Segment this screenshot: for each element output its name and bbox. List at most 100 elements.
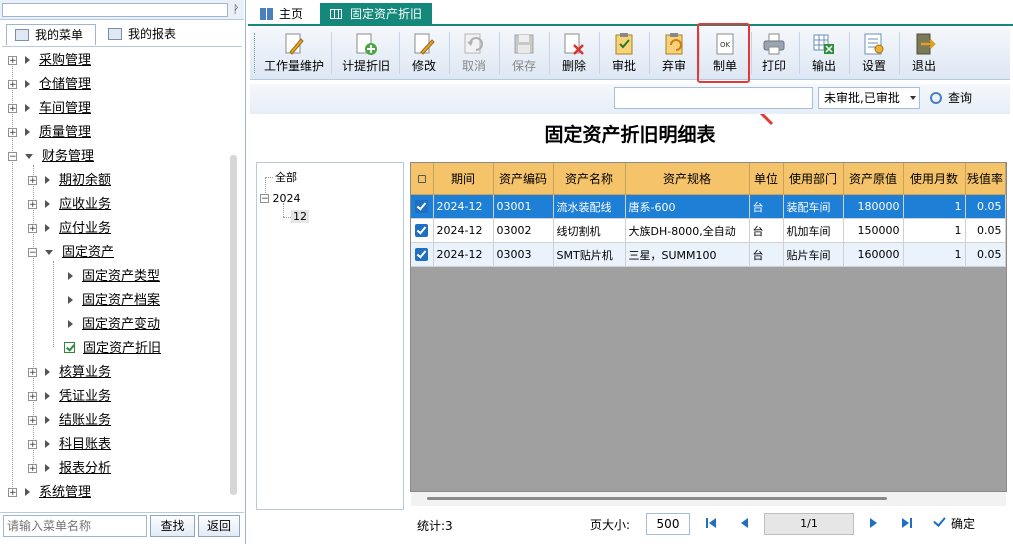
table-cell[interactable]: 0.05 — [965, 242, 1006, 267]
expand-icon[interactable]: + — [28, 416, 37, 426]
column-header[interactable]: 资产规格 — [625, 163, 750, 195]
row-checkbox[interactable] — [411, 194, 434, 219]
tree-node-asset-type[interactable]: 固定资产类型 — [60, 267, 160, 287]
tree-node-quality[interactable]: + 质量管理 — [8, 123, 91, 143]
page-size-input[interactable]: 500 — [646, 513, 690, 535]
tab-fixed-asset-depreciation[interactable]: 固定资产折旧 — [320, 3, 432, 26]
table-cell[interactable]: 2024-12 — [433, 194, 494, 219]
column-header[interactable]: 期间 — [433, 163, 494, 195]
column-header[interactable]: 资产原值 — [843, 163, 904, 195]
tree-node-report-analysis[interactable]: + 报表分析 — [28, 459, 111, 479]
row-checkbox[interactable] — [411, 218, 434, 243]
revoke-approval-button[interactable]: 弃审 — [655, 29, 693, 77]
table-cell[interactable]: 160000 — [843, 242, 904, 267]
table-cell[interactable]: 03001 — [493, 194, 554, 219]
tree-node-payables[interactable]: + 应付业务 — [28, 219, 111, 239]
tab-home[interactable]: 主页 — [256, 4, 314, 24]
column-header[interactable]: 使用部门 — [783, 163, 844, 195]
status-filter-select[interactable]: 未审批,已审批 — [818, 87, 920, 109]
column-header[interactable]: 资产名称 — [553, 163, 626, 195]
confirm-button[interactable]: 确定 — [933, 514, 975, 534]
expand-icon[interactable]: + — [8, 104, 17, 114]
query-button[interactable]: 查询 — [930, 88, 990, 108]
tab-my-reports[interactable]: 我的报表 — [100, 24, 210, 45]
collapse-icon[interactable]: − — [260, 194, 269, 204]
period-node-year[interactable]: − 2024 — [260, 192, 301, 205]
table-cell[interactable]: 0.05 — [965, 218, 1006, 243]
tree-node-opening-balance[interactable]: + 期初余额 — [28, 171, 111, 191]
collapse-icon[interactable]: − — [8, 152, 17, 162]
first-page-icon[interactable] — [704, 516, 718, 530]
table-cell[interactable]: 装配车间 — [783, 194, 844, 219]
table-cell[interactable]: 1 — [903, 218, 966, 243]
print-button[interactable]: 打印 — [755, 29, 793, 77]
table-cell[interactable]: 线切割机 — [553, 218, 626, 243]
edit-button[interactable]: 修改 — [405, 29, 443, 77]
grid-horizontal-scrollbar[interactable] — [411, 492, 1006, 506]
expand-icon[interactable]: + — [8, 128, 17, 138]
table-cell[interactable]: 03002 — [493, 218, 554, 243]
back-button[interactable]: 返回 — [198, 515, 240, 537]
column-header[interactable]: 使用月数 — [903, 163, 966, 195]
tree-node-receivables[interactable]: + 应收业务 — [28, 195, 111, 215]
pin-icon[interactable]: ᚹ — [229, 2, 243, 18]
table-cell[interactable]: 150000 — [843, 218, 904, 243]
collapse-icon[interactable]: − — [28, 248, 37, 258]
tab-my-menu[interactable]: 我的菜单 — [6, 24, 96, 45]
table-cell[interactable]: 流水装配线 — [553, 194, 626, 219]
approve-button[interactable]: 审批 — [605, 29, 643, 77]
table-row[interactable]: 2024-12 03002 线切割机 大族DH-8000,全自动 台 机加车间 … — [411, 218, 1006, 243]
tree-node-finance[interactable]: − 财务管理 — [8, 147, 94, 167]
expand-icon[interactable]: + — [8, 56, 17, 66]
column-header[interactable]: 单位 — [749, 163, 784, 195]
expand-icon[interactable]: + — [8, 80, 17, 90]
exit-button[interactable]: 退出 — [905, 29, 943, 77]
table-cell[interactable]: 大族DH-8000,全自动 — [625, 218, 750, 243]
menu-tree-scrollbar[interactable] — [230, 155, 237, 495]
next-page-icon[interactable] — [866, 516, 880, 530]
row-select-header[interactable] — [411, 163, 434, 195]
table-cell[interactable]: 03003 — [493, 242, 554, 267]
table-cell[interactable]: 唐系-600 — [625, 194, 750, 219]
row-checkbox[interactable] — [411, 242, 434, 267]
table-cell[interactable]: 台 — [749, 194, 784, 219]
tree-node-ledger[interactable]: + 科目账表 — [28, 435, 111, 455]
tree-node-system[interactable]: + 系统管理 — [8, 483, 91, 503]
menu-search-input[interactable] — [3, 515, 147, 537]
tree-node-voucher[interactable]: + 凭证业务 — [28, 387, 111, 407]
tree-node-purchase[interactable]: + 采购管理 — [8, 51, 91, 71]
table-cell[interactable]: 2024-12 — [433, 218, 494, 243]
export-button[interactable]: 输出 — [805, 29, 843, 77]
column-header[interactable]: 资产编码 — [493, 163, 554, 195]
tree-node-warehouse[interactable]: + 仓储管理 — [8, 75, 91, 95]
delete-button[interactable]: 删除 — [555, 29, 593, 77]
tree-node-asset-archive[interactable]: 固定资产档案 — [60, 291, 160, 311]
cancel-button[interactable]: 取消 — [455, 29, 493, 77]
scrollbar-thumb[interactable] — [427, 497, 887, 500]
table-row[interactable]: 2024-12 03003 SMT贴片机 三星，SUMM100 台 贴片车间 1… — [411, 242, 1006, 267]
table-cell[interactable]: 180000 — [843, 194, 904, 219]
find-button[interactable]: 查找 — [150, 515, 195, 537]
period-node-all[interactable]: 全部 — [275, 169, 297, 185]
table-cell[interactable]: 台 — [749, 218, 784, 243]
expand-icon[interactable]: + — [28, 440, 37, 450]
accrue-depreciation-button[interactable]: 计提折旧 — [338, 29, 394, 77]
left-panel-filter-input[interactable] — [2, 3, 228, 17]
table-cell[interactable]: 机加车间 — [783, 218, 844, 243]
table-cell[interactable]: 三星，SUMM100 — [625, 242, 750, 267]
tree-node-fixed-assets[interactable]: − 固定资产 — [28, 243, 114, 263]
tree-node-closing[interactable]: + 结账业务 — [28, 411, 111, 431]
save-button[interactable]: 保存 — [505, 29, 543, 77]
toolbar-grip[interactable] — [254, 33, 258, 73]
expand-icon[interactable]: + — [28, 176, 37, 186]
table-cell[interactable]: SMT贴片机 — [553, 242, 626, 267]
expand-icon[interactable]: + — [28, 224, 37, 234]
period-node-month[interactable]: 12 — [291, 210, 309, 223]
expand-icon[interactable]: + — [28, 464, 37, 474]
expand-icon[interactable]: + — [28, 392, 37, 402]
tree-node-workshop[interactable]: + 车间管理 — [8, 99, 91, 119]
table-row[interactable]: 2024-12 03001 流水装配线 唐系-600 台 装配车间 180000… — [411, 194, 1006, 219]
table-cell[interactable]: 0.05 — [965, 194, 1006, 219]
workload-maintain-button[interactable]: 工作量维护 — [260, 29, 328, 77]
table-cell[interactable]: 2024-12 — [433, 242, 494, 267]
